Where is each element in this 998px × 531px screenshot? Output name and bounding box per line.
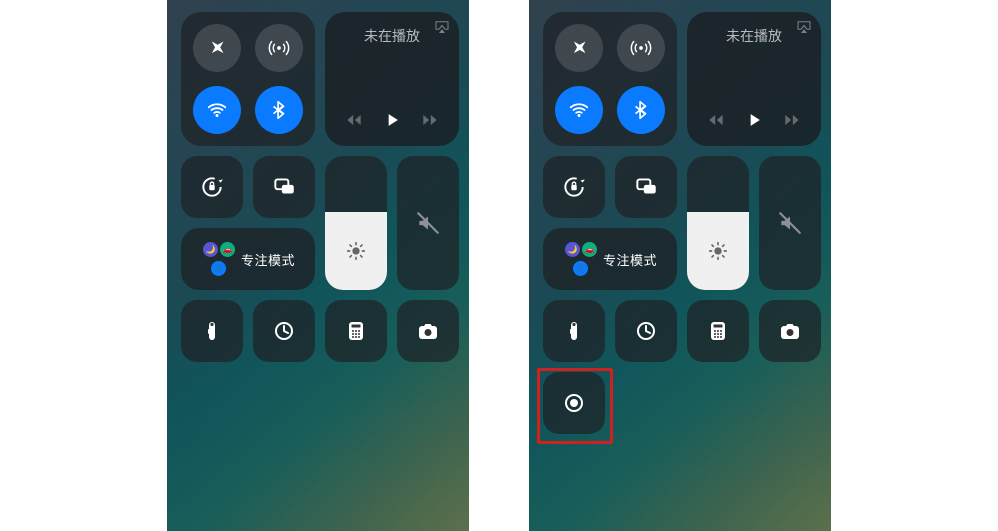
prev-icon	[347, 115, 360, 125]
airplane-icon	[568, 37, 590, 59]
cellular-icon	[269, 42, 288, 55]
mirroring-icon	[275, 179, 293, 193]
timer-button[interactable]	[615, 300, 677, 362]
screen-record-button[interactable]	[543, 372, 605, 434]
airplay-icon[interactable]	[795, 18, 813, 36]
brightness-fill	[687, 212, 749, 290]
brightness-slider[interactable]	[325, 156, 387, 290]
timer-button[interactable]	[253, 300, 315, 362]
airplane-mode-toggle[interactable]	[193, 24, 241, 72]
focus-mode-label: 专注模式	[241, 250, 295, 269]
media-controls-tile[interactable]: 未在播放	[325, 12, 459, 146]
media-play-button[interactable]	[382, 110, 402, 130]
cellular-data-toggle[interactable]	[617, 24, 665, 72]
play-icon	[751, 114, 760, 126]
mute-icon	[780, 213, 800, 233]
brightness-slider[interactable]	[687, 156, 749, 290]
control-center-left: 未在播放 🌙 🚗 👤 专注模式	[167, 0, 469, 531]
volume-mute-slider[interactable]	[759, 156, 821, 290]
volume-mute-slider[interactable]	[397, 156, 459, 290]
focus-mode-button[interactable]: 🌙 🚗 👤 专注模式	[543, 228, 677, 290]
bluetooth-icon	[274, 102, 284, 119]
timer-icon	[276, 323, 292, 339]
focus-icon-cluster: 🌙 🚗 👤	[201, 242, 235, 276]
rotation-lock-icon	[203, 178, 223, 195]
camera-icon	[781, 324, 799, 339]
connectivity-group	[181, 12, 315, 146]
wifi-icon	[571, 104, 588, 117]
brightness-icon	[348, 243, 365, 260]
focus-icon-cluster: 🌙 🚗 👤	[563, 242, 597, 276]
connectivity-group	[543, 12, 677, 146]
media-next-button[interactable]	[420, 110, 440, 130]
flashlight-button[interactable]	[181, 300, 243, 362]
wifi-toggle[interactable]	[555, 86, 603, 134]
wifi-toggle[interactable]	[193, 86, 241, 134]
brightness-icon	[710, 243, 727, 260]
media-prev-button[interactable]	[706, 110, 726, 130]
calculator-icon	[711, 322, 725, 340]
next-icon	[785, 115, 798, 125]
media-prev-button[interactable]	[344, 110, 364, 130]
media-play-button[interactable]	[744, 110, 764, 130]
screen-mirroring-button[interactable]	[253, 156, 315, 218]
airplane-mode-toggle[interactable]	[555, 24, 603, 72]
airplane-icon	[206, 37, 228, 59]
prev-icon	[709, 115, 722, 125]
mirroring-icon	[637, 179, 655, 193]
timer-icon	[638, 323, 654, 339]
now-playing-label: 未在播放	[335, 26, 449, 46]
calculator-button[interactable]	[687, 300, 749, 362]
media-next-button[interactable]	[782, 110, 802, 130]
camera-icon	[419, 324, 437, 339]
mute-icon	[418, 213, 438, 233]
rotation-lock-icon	[565, 178, 585, 195]
calculator-button[interactable]	[325, 300, 387, 362]
flashlight-icon	[570, 322, 577, 340]
brightness-fill	[325, 212, 387, 290]
focus-mode-label: 专注模式	[603, 250, 657, 269]
now-playing-label: 未在播放	[697, 26, 811, 46]
rotation-lock-toggle[interactable]	[543, 156, 605, 218]
screen-record-icon	[566, 395, 582, 411]
screen-mirroring-button[interactable]	[615, 156, 677, 218]
bluetooth-toggle[interactable]	[617, 86, 665, 134]
media-controls-tile[interactable]: 未在播放	[687, 12, 821, 146]
flashlight-icon	[208, 322, 215, 340]
play-icon	[389, 114, 398, 126]
flashlight-button[interactable]	[543, 300, 605, 362]
wifi-icon	[209, 104, 226, 117]
calculator-icon	[349, 322, 363, 340]
airplay-icon[interactable]	[433, 18, 451, 36]
next-icon	[423, 115, 436, 125]
cellular-icon	[631, 42, 650, 55]
focus-mode-button[interactable]: 🌙 🚗 👤 专注模式	[181, 228, 315, 290]
bluetooth-toggle[interactable]	[255, 86, 303, 134]
camera-button[interactable]	[759, 300, 821, 362]
camera-button[interactable]	[397, 300, 459, 362]
cellular-data-toggle[interactable]	[255, 24, 303, 72]
rotation-lock-toggle[interactable]	[181, 156, 243, 218]
control-center-right: 未在播放 🌙 🚗 👤 专注模式	[529, 0, 831, 531]
bluetooth-icon	[636, 102, 646, 119]
